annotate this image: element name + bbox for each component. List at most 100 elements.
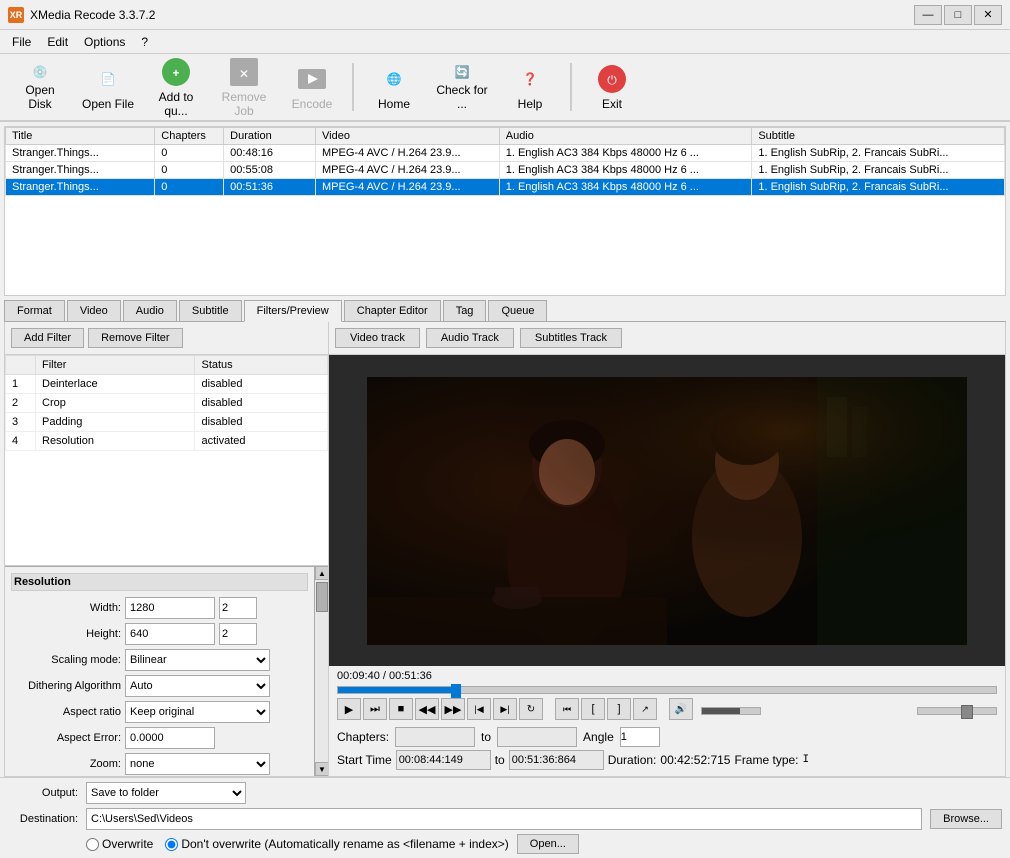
- table-cell: 0: [155, 179, 224, 196]
- table-cell: Stranger.Things...: [6, 179, 155, 196]
- loop-button[interactable]: ↻: [519, 698, 543, 720]
- list-item[interactable]: 4Resolutionactivated: [6, 432, 328, 451]
- remove-job-label: Remove Job: [217, 90, 271, 118]
- extra-slider[interactable]: [917, 707, 997, 715]
- output-select[interactable]: Save to folder Save to source folder Sav…: [86, 782, 246, 804]
- menu-edit[interactable]: Edit: [39, 33, 76, 51]
- check-updates-button[interactable]: 🔄 Check for ...: [430, 58, 494, 116]
- tab-chapter-editor[interactable]: Chapter Editor: [344, 300, 441, 321]
- tab-queue[interactable]: Queue: [488, 300, 547, 321]
- table-cell: MPEG-4 AVC / H.264 23.9...: [316, 145, 500, 162]
- home-label: Home: [378, 97, 410, 111]
- list-item[interactable]: 3Paddingdisabled: [6, 413, 328, 432]
- tab-audio[interactable]: Audio: [123, 300, 177, 321]
- scroll-thumb[interactable]: [316, 582, 328, 612]
- file-table-area: Title Chapters Duration Video Audio Subt…: [4, 126, 1006, 296]
- aspect-label: Aspect ratio: [11, 706, 121, 718]
- video-track-button[interactable]: Video track: [335, 328, 420, 348]
- angle-input[interactable]: [620, 727, 660, 747]
- left-panel: Add Filter Remove Filter Filter Status 1…: [4, 322, 329, 777]
- check-updates-icon: 🔄: [446, 63, 478, 81]
- list-item[interactable]: 2Cropdisabled: [6, 394, 328, 413]
- help-label: Help: [518, 97, 543, 111]
- mark-out-button[interactable]: ]: [607, 698, 631, 720]
- list-item[interactable]: 1Deinterlacedisabled: [6, 375, 328, 394]
- start-time-input[interactable]: [396, 750, 491, 770]
- audio-track-button[interactable]: Audio Track: [426, 328, 514, 348]
- table-cell: 00:51:36: [224, 179, 316, 196]
- tab-format[interactable]: Format: [4, 300, 65, 321]
- chapter-to-input[interactable]: [497, 727, 577, 747]
- height-input[interactable]: [125, 623, 215, 645]
- no-overwrite-label[interactable]: Don't overwrite (Automatically rename as…: [165, 837, 508, 851]
- dithering-select[interactable]: Auto: [125, 675, 270, 697]
- open-file-button[interactable]: 📄 Open File: [76, 58, 140, 116]
- table-cell: 1. English AC3 384 Kbps 48000 Hz 6 ...: [499, 145, 752, 162]
- menu-file[interactable]: File: [4, 33, 39, 51]
- extra-slider-thumb[interactable]: [961, 705, 973, 719]
- table-cell: 0: [155, 162, 224, 179]
- height-row: Height:: [11, 623, 308, 645]
- remove-filter-button[interactable]: Remove Filter: [88, 328, 182, 348]
- start-time-label: Start Time: [337, 753, 392, 767]
- chapter-from-input[interactable]: [395, 727, 475, 747]
- scroll-up-arrow[interactable]: ▲: [315, 566, 328, 580]
- go-start-button[interactable]: ⏮: [555, 698, 579, 720]
- table-row[interactable]: Stranger.Things...000:55:08MPEG-4 AVC / …: [6, 162, 1005, 179]
- add-filter-button[interactable]: Add Filter: [11, 328, 84, 348]
- menu-options[interactable]: Options: [76, 33, 133, 51]
- destination-input[interactable]: [86, 808, 922, 830]
- table-row[interactable]: Stranger.Things...000:48:16MPEG-4 AVC / …: [6, 145, 1005, 162]
- tab-subtitle[interactable]: Subtitle: [179, 300, 242, 321]
- rewind-button[interactable]: ◀◀: [415, 698, 439, 720]
- subtitles-track-button[interactable]: Subtitles Track: [520, 328, 622, 348]
- open-file-label: Open File: [82, 97, 134, 111]
- open-button[interactable]: Open...: [517, 834, 579, 854]
- aspect-error-input[interactable]: [125, 727, 215, 749]
- height-spinner[interactable]: [219, 623, 257, 645]
- fast-forward-button[interactable]: ▶▶: [441, 698, 465, 720]
- maximize-button[interactable]: □: [944, 5, 972, 25]
- open-disk-button[interactable]: 💿 Open Disk: [8, 58, 72, 116]
- filter-cell: 3: [6, 413, 36, 432]
- seek-bar[interactable]: [337, 686, 997, 694]
- overwrite-label[interactable]: Overwrite: [86, 837, 153, 851]
- overwrite-radio[interactable]: [86, 838, 99, 851]
- close-button[interactable]: ✕: [974, 5, 1002, 25]
- file-table: Title Chapters Duration Video Audio Subt…: [5, 127, 1005, 196]
- width-input[interactable]: [125, 597, 215, 619]
- go-mark-button[interactable]: ↗: [633, 698, 657, 720]
- zoom-select[interactable]: none: [125, 753, 270, 775]
- play-button[interactable]: ▶: [337, 698, 361, 720]
- add-queue-button[interactable]: + Add to qu...: [144, 58, 208, 116]
- seek-thumb[interactable]: [451, 684, 461, 698]
- frame-fwd-button[interactable]: ▶|: [493, 698, 517, 720]
- svg-text:✕: ✕: [239, 67, 249, 81]
- aspect-select[interactable]: Keep original: [125, 701, 270, 723]
- tab-filters-preview[interactable]: Filters/Preview: [244, 300, 342, 322]
- volume-bar[interactable]: [701, 707, 761, 715]
- encode-button[interactable]: Encode: [280, 58, 344, 116]
- encode-label: Encode: [292, 97, 333, 111]
- resolution-scrollbar[interactable]: ▲ ▼: [314, 566, 328, 776]
- remove-job-button[interactable]: ✕ Remove Job: [212, 58, 276, 116]
- home-button[interactable]: 🌐 Home: [362, 58, 426, 116]
- stop-button[interactable]: ■: [389, 698, 413, 720]
- tab-video[interactable]: Video: [67, 300, 121, 321]
- exit-button[interactable]: ⏻ Exit: [580, 58, 644, 116]
- width-spinner[interactable]: [219, 597, 257, 619]
- browse-button[interactable]: Browse...: [930, 809, 1002, 829]
- frame-back-button[interactable]: |◀: [467, 698, 491, 720]
- help-button[interactable]: ❓ Help: [498, 58, 562, 116]
- mark-in-button[interactable]: [: [581, 698, 605, 720]
- minimize-button[interactable]: —: [914, 5, 942, 25]
- skip-end-button[interactable]: ⏭: [363, 698, 387, 720]
- scaling-select[interactable]: Bilinear: [125, 649, 270, 671]
- tab-tag[interactable]: Tag: [443, 300, 487, 321]
- end-time-input[interactable]: [509, 750, 604, 770]
- menu-help[interactable]: ?: [133, 33, 156, 51]
- table-row[interactable]: Stranger.Things...000:51:36MPEG-4 AVC / …: [6, 179, 1005, 196]
- scroll-down-arrow[interactable]: ▼: [315, 762, 328, 776]
- no-overwrite-radio[interactable]: [165, 838, 178, 851]
- volume-button[interactable]: 🔊: [669, 698, 693, 720]
